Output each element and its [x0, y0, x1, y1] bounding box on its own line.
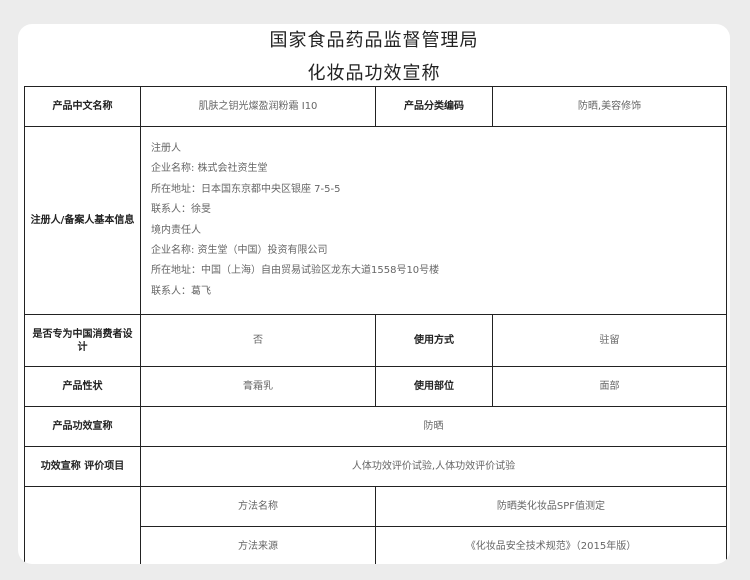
- evaluation-label: 功效宣称 评价项目: [24, 446, 141, 487]
- table-row: 功效宣称 评价项目 人体功效评价试验,人体功效评价试验: [24, 446, 727, 487]
- registrant-address: 所在地址：日本国东京都中央区银座 7-5-5: [151, 183, 341, 195]
- registrant-company: 企业名称: 株式会社资生堂: [151, 163, 268, 175]
- table-row: 注册人/备案人基本信息 注册人 企业名称: 株式会社资生堂 所在地址：日本国东京…: [24, 126, 727, 315]
- table-row: 是否专为中国消费者设计 否 使用方式 驻留: [24, 314, 727, 367]
- table-row: 方法名称 防晒类化妆品SPF值测定: [24, 486, 727, 564]
- domestic-agent-heading: 境内责任人: [151, 224, 201, 236]
- table-row: 产品中文名称 肌肤之钥光燦盈润粉霜 I10 产品分类编码 防晒,美容修饰: [24, 86, 727, 127]
- method-name-label: 方法名称: [140, 486, 376, 527]
- method-name-value: 防晒类化妆品SPF值测定: [375, 486, 727, 527]
- method-group-label: [24, 486, 141, 564]
- product-form-value: 膏霜乳: [140, 366, 376, 407]
- category-code-value: 防晒,美容修饰: [492, 86, 727, 127]
- document-card: 国家食品药品监督管理局 化妆品功效宣称 产品中文名称 肌肤之钥光燦盈润粉霜 I1…: [18, 24, 730, 564]
- method-source-label: 方法来源: [140, 526, 376, 564]
- registrant-label: 注册人/备案人基本信息: [24, 126, 141, 315]
- table-row: 产品功效宣称 防晒: [24, 406, 727, 447]
- product-name-value: 肌肤之钥光燦盈润粉霜 I10: [140, 86, 376, 127]
- domestic-agent-company: 企业名称: 资生堂（中国）投资有限公司: [151, 244, 328, 256]
- china-designed-value: 否: [140, 314, 376, 367]
- claim-value: 防晒: [140, 406, 727, 447]
- product-form-label: 产品性状: [24, 366, 141, 407]
- usage-method-value: 驻留: [492, 314, 727, 367]
- domestic-agent-contact: 联系人：葛飞: [151, 285, 211, 297]
- registrant-info: 注册人 企业名称: 株式会社资生堂 所在地址：日本国东京都中央区银座 7-5-5…: [140, 126, 727, 315]
- usage-area-value: 面部: [492, 366, 727, 407]
- category-code-label: 产品分类编码: [375, 86, 493, 127]
- registrant-heading: 注册人: [151, 142, 181, 154]
- usage-method-label: 使用方式: [375, 314, 493, 367]
- registrant-contact: 联系人：徐旻: [151, 204, 211, 216]
- china-designed-label: 是否专为中国消费者设计: [24, 314, 141, 367]
- evaluation-value: 人体功效评价试验,人体功效评价试验: [140, 446, 727, 487]
- domestic-agent-address: 所在地址：中国（上海）自由贸易试验区龙东大道1558号10号楼: [151, 265, 440, 277]
- claim-label: 产品功效宣称: [24, 406, 141, 447]
- product-name-label: 产品中文名称: [24, 86, 141, 127]
- agency-title: 国家食品药品监督管理局: [269, 30, 479, 51]
- usage-area-label: 使用部位: [375, 366, 493, 407]
- method-source-value: 《化妆品安全技术规范》（2015年版）: [375, 526, 727, 564]
- document-title: 化妆品功效宣称: [307, 63, 441, 84]
- claim-table: 产品中文名称 肌肤之钥光燦盈润粉霜 I10 产品分类编码 防晒,美容修饰 注册人…: [24, 86, 727, 564]
- table-row: 产品性状 膏霜乳 使用部位 面部: [24, 366, 727, 407]
